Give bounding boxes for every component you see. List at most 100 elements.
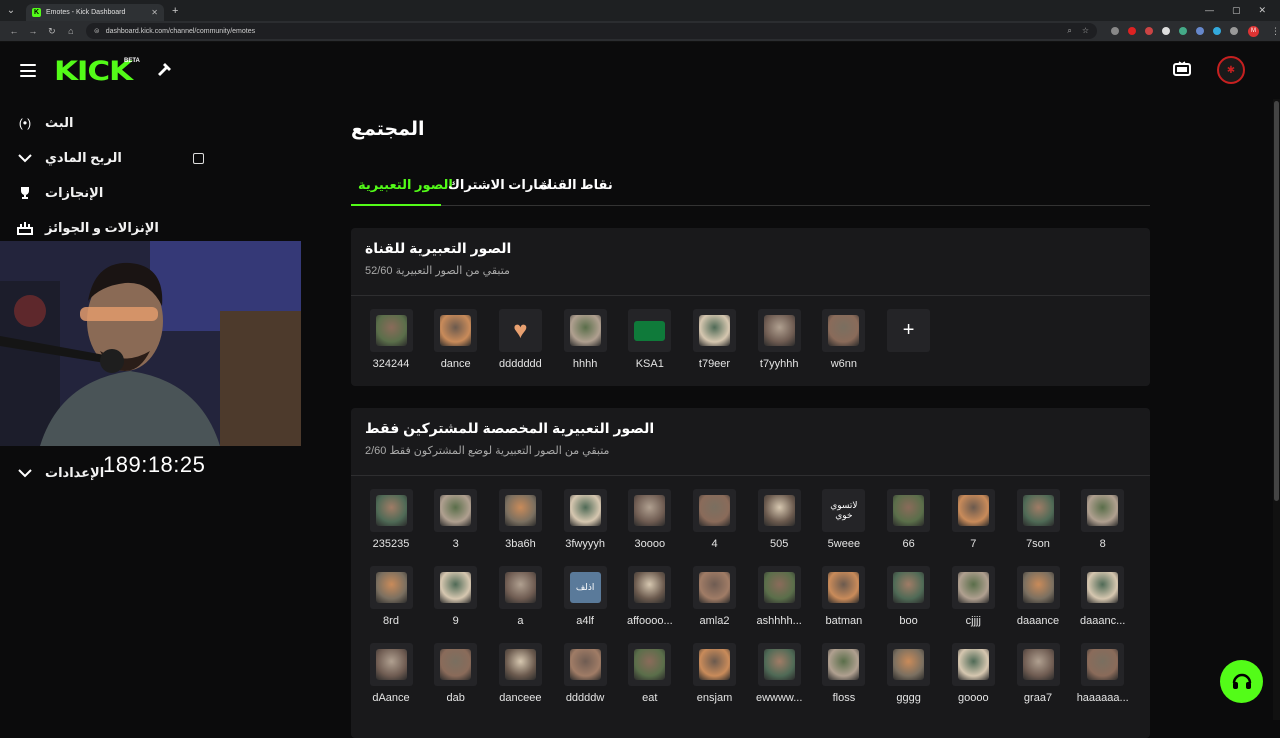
emote-item[interactable]: dAance <box>360 643 422 715</box>
emote-item[interactable]: dance <box>425 309 487 381</box>
emote-item[interactable]: 3fwyyyh <box>554 489 616 561</box>
emote-item[interactable]: affoooo... <box>619 566 681 638</box>
emote-item[interactable]: graa7 <box>1007 643 1069 715</box>
emote-name: 8 <box>1099 538 1106 550</box>
hammer-icon[interactable] <box>156 61 174 79</box>
zoom-icon[interactable]: ⌕ <box>1067 26 1071 36</box>
emote-item[interactable]: daaance <box>1007 566 1069 638</box>
emote-item[interactable]: 7son <box>1007 489 1069 561</box>
emote-item[interactable]: 9 <box>425 566 487 638</box>
forward-icon[interactable]: → <box>28 26 38 36</box>
extension-icon[interactable] <box>1128 27 1137 35</box>
maximize-icon[interactable]: ▢ <box>1232 5 1241 16</box>
emote-item[interactable]: لاتسوي خوي 5weee <box>813 489 875 561</box>
emote-name: ashhhh... <box>756 615 802 627</box>
emote-name: dance <box>440 358 471 370</box>
emote-item[interactable]: floss <box>813 643 875 715</box>
back-icon[interactable]: ← <box>9 26 19 36</box>
extension-icon[interactable] <box>1162 27 1171 35</box>
close-tab-icon[interactable]: ✕ <box>151 8 158 17</box>
hamburger-menu-icon[interactable] <box>20 64 36 77</box>
emote-image <box>498 489 542 532</box>
add-emote-button[interactable]: + <box>878 309 940 381</box>
emote-item[interactable]: 4 <box>684 489 746 561</box>
sidebar-item-achievements[interactable]: الإنجازات <box>0 177 300 209</box>
emote-item[interactable]: batman <box>813 566 875 638</box>
extension-icon[interactable] <box>1145 27 1154 35</box>
emote-item[interactable]: 8 <box>1072 489 1134 561</box>
emote-item[interactable]: haaaaaa... <box>1072 643 1134 715</box>
emote-item[interactable]: t79eer <box>684 309 746 381</box>
reload-icon[interactable]: ↻ <box>47 26 57 37</box>
emote-image <box>1016 643 1060 686</box>
emote-item[interactable]: 3 <box>425 489 487 561</box>
tab-subscriber-badges[interactable]: شارات الاشتراك <box>448 177 551 193</box>
emote-item[interactable]: 66 <box>878 489 940 561</box>
emote-thumbnail <box>957 649 989 680</box>
close-window-icon[interactable]: ✕ <box>1258 5 1266 16</box>
scrollbar-thumb[interactable] <box>1274 101 1279 501</box>
emote-item[interactable]: danceee <box>489 643 551 715</box>
emote-item[interactable]: 235235 <box>360 489 422 561</box>
extension-icon[interactable] <box>1196 27 1205 35</box>
emote-item[interactable]: boo <box>878 566 940 638</box>
user-avatar[interactable]: ✱ <box>1217 56 1245 84</box>
sidebar-item-drops[interactable]: الإنزالات و الجوائز <box>0 212 300 244</box>
extension-icon[interactable] <box>1213 27 1222 35</box>
emote-item[interactable]: ashhhh... <box>748 566 810 638</box>
emote-item[interactable]: ♥ ddddddd <box>489 309 551 381</box>
address-bar[interactable]: ⊜ dashboard.kick.com/channel/community/e… <box>85 23 1098 39</box>
emote-item[interactable]: 3oooo <box>619 489 681 561</box>
puzzle-icon[interactable] <box>1230 27 1239 35</box>
sidebar-item-monetization[interactable]: الربح المادي <box>0 142 300 174</box>
emote-name: 324244 <box>372 358 410 370</box>
emote-item[interactable]: w6nn <box>813 309 875 381</box>
sidebar-item-label: البث <box>45 115 74 130</box>
profile-avatar[interactable]: M <box>1248 25 1260 37</box>
emote-item[interactable]: dab <box>425 643 487 715</box>
emote-item[interactable]: goooo <box>942 643 1004 715</box>
emote-text: اذلف <box>569 572 601 603</box>
emote-item[interactable]: hhhh <box>554 309 616 381</box>
sidebar-item-broadcast[interactable]: (•) البث <box>0 107 300 139</box>
emote-name: cjjjj <box>965 615 981 627</box>
emote-item[interactable]: KSA1 <box>619 309 681 381</box>
emote-item[interactable]: dddddw <box>554 643 616 715</box>
emote-item[interactable]: 8rd <box>360 566 422 638</box>
emote-item[interactable]: t7yyhhh <box>748 309 810 381</box>
site-info-icon[interactable]: ⊜ <box>94 27 100 35</box>
emote-item[interactable]: cjjjj <box>942 566 1004 638</box>
plus-icon: + <box>887 309 931 352</box>
emote-name: hhhh <box>572 358 598 370</box>
emote-item[interactable]: gggg <box>878 643 940 715</box>
tab-emotes[interactable]: الصور التعبيرية <box>358 177 453 193</box>
home-icon[interactable]: ⌂ <box>66 26 76 36</box>
tab-channel-points[interactable]: نقاط القناة <box>540 177 613 193</box>
emote-item[interactable]: eat <box>619 643 681 715</box>
extension-icon[interactable] <box>1111 27 1120 35</box>
browser-menu-icon[interactable]: ⋮ <box>1271 26 1280 37</box>
emote-item[interactable]: amla2 <box>684 566 746 638</box>
emote-item[interactable]: 3ba6h <box>489 489 551 561</box>
emote-item[interactable]: 505 <box>748 489 810 561</box>
bookmark-star-icon[interactable]: ☆ <box>1082 26 1089 36</box>
emote-item[interactable]: اذلف a4lf <box>554 566 616 638</box>
emote-item[interactable]: 324244 <box>360 309 422 381</box>
tab-search-icon[interactable]: ⌄ <box>4 4 18 18</box>
new-tab-icon[interactable]: + <box>172 5 178 17</box>
sidebar-item-settings[interactable]: الإعدادات <box>0 457 300 489</box>
kick-logo[interactable]: KICK <box>54 56 133 87</box>
emote-thumbnail <box>504 495 536 526</box>
emote-item[interactable]: daaanc... <box>1072 566 1134 638</box>
emote-item[interactable]: ensjam <box>684 643 746 715</box>
browser-tab[interactable]: K Emotes - Kick Dashboard ✕ <box>26 4 164 21</box>
emote-item[interactable]: 7 <box>942 489 1004 561</box>
stream-preview-icon[interactable] <box>1173 61 1191 77</box>
emote-thumbnail <box>699 495 730 526</box>
page-scrollbar[interactable] <box>1273 99 1280 720</box>
support-chat-button[interactable] <box>1220 660 1263 703</box>
emote-item[interactable]: ewwww... <box>748 643 810 715</box>
emote-item[interactable]: a <box>489 566 551 638</box>
minimize-icon[interactable]: — <box>1205 5 1214 16</box>
extension-icon[interactable] <box>1179 27 1188 35</box>
